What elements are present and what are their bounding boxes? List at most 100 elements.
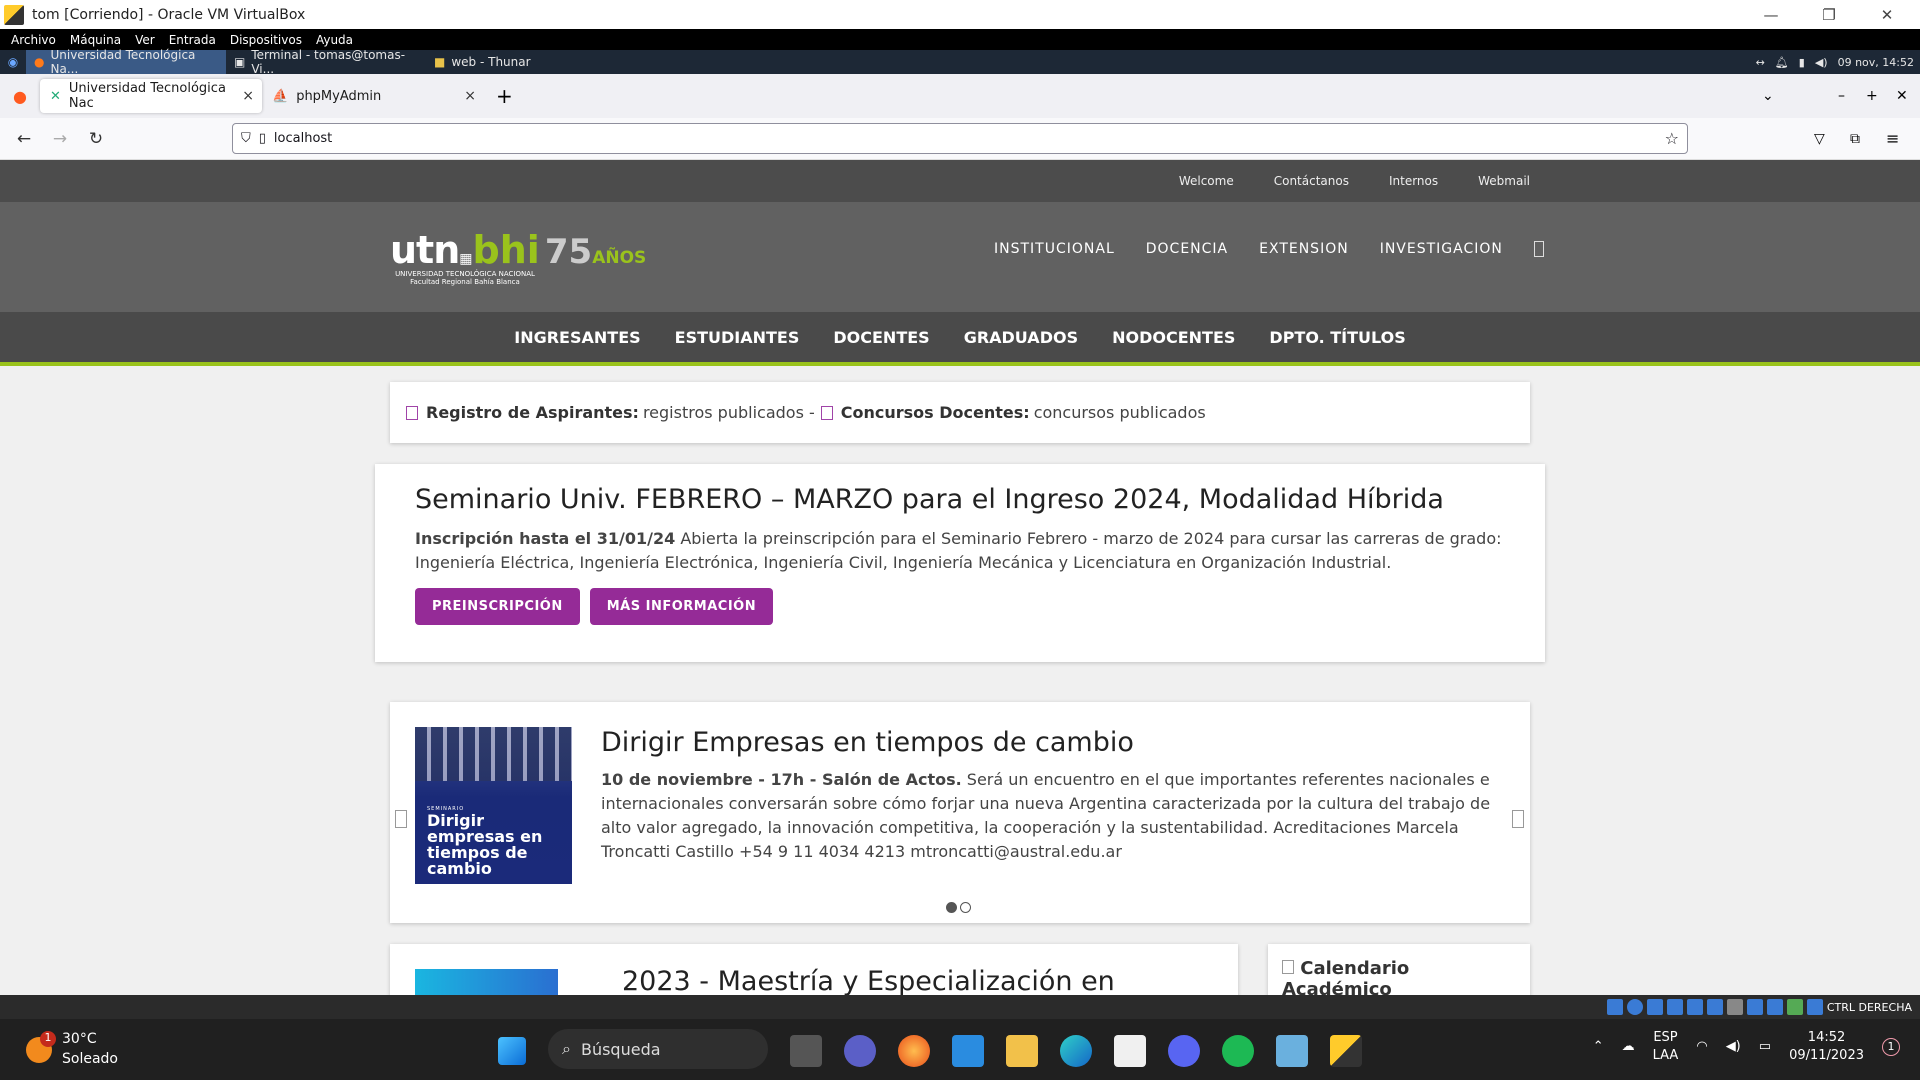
- search-box[interactable]: ⌕ Búsqueda: [548, 1029, 768, 1069]
- close-icon[interactable]: ✕: [1896, 88, 1908, 104]
- mas-informacion-button[interactable]: MÁS INFORMACIÓN: [589, 588, 774, 625]
- extensions-icon[interactable]: ⧉: [1850, 131, 1860, 147]
- minimize-icon[interactable]: —: [1748, 0, 1794, 29]
- seminario-poster-image[interactable]: SEMINARIO Dirigir empresas en tiempos de…: [415, 727, 572, 900]
- virtualbox-icon[interactable]: [1276, 1035, 1308, 1067]
- menu-entrada[interactable]: Entrada: [162, 33, 223, 47]
- new-tab-button[interactable]: +: [496, 84, 513, 108]
- menu-dispositivos[interactable]: Dispositivos: [223, 33, 309, 47]
- nav-nodocentes[interactable]: NODOCENTES: [1112, 328, 1235, 347]
- audio-icon[interactable]: [1646, 999, 1663, 1015]
- calendar-title[interactable]: Calendario Académico: [1282, 958, 1409, 995]
- chevron-up-icon[interactable]: ⌃: [1593, 1038, 1604, 1056]
- carousel-next-icon[interactable]: [1512, 810, 1524, 828]
- wifi-icon[interactable]: ◠: [1696, 1038, 1707, 1056]
- close-icon[interactable]: ✕: [1864, 0, 1910, 29]
- hdd-icon[interactable]: [1606, 999, 1623, 1015]
- guest-clock[interactable]: 09 nov, 14:52: [1838, 56, 1914, 69]
- guest-task-firefox[interactable]: ● Universidad Tecnológica Na...: [26, 48, 226, 76]
- language-indicator[interactable]: ESP LAA: [1653, 1029, 1679, 1065]
- list-tabs-icon[interactable]: ⌄: [1762, 88, 1774, 104]
- restore-icon[interactable]: ❐: [1806, 0, 1852, 29]
- usb-icon[interactable]: [1686, 999, 1703, 1015]
- clock[interactable]: 14:52 09/11/2023: [1789, 1029, 1864, 1065]
- network-icon[interactable]: [1666, 999, 1683, 1015]
- shared-folder-icon[interactable]: [1706, 999, 1723, 1015]
- concursos-link[interactable]: concursos publicados: [1034, 403, 1206, 422]
- link-welcome[interactable]: Welcome: [1179, 174, 1234, 188]
- nav-investigacion[interactable]: INVESTIGACION: [1380, 241, 1503, 257]
- battery-icon[interactable]: ▭: [1759, 1038, 1771, 1056]
- concursos-label[interactable]: Concursos Docentes:: [841, 403, 1030, 422]
- tab-phpmyadmin[interactable]: ⛵ phpMyAdmin ×: [262, 79, 484, 113]
- menu-ver[interactable]: Ver: [128, 33, 162, 47]
- menu-icon[interactable]: ≡: [1886, 129, 1899, 148]
- news-title[interactable]: 2023 - Maestría y Especialización en: [622, 966, 1115, 995]
- vt-icon[interactable]: [1766, 999, 1783, 1015]
- volume-icon[interactable]: ◀): [1815, 56, 1828, 69]
- xfce-menu-icon[interactable]: ◉: [0, 55, 26, 69]
- pocket-icon[interactable]: ▽: [1814, 131, 1825, 147]
- news-image[interactable]: [415, 969, 558, 995]
- preinscripcion-button[interactable]: PREINSCRIPCIÓN: [415, 588, 580, 625]
- vm-window-icon[interactable]: [1330, 1035, 1362, 1067]
- reload-icon[interactable]: ↻: [78, 124, 114, 154]
- start-icon[interactable]: [498, 1037, 526, 1065]
- edge-icon[interactable]: [1060, 1035, 1092, 1067]
- link-internos[interactable]: Internos: [1389, 174, 1438, 188]
- discord-icon[interactable]: [1168, 1035, 1200, 1067]
- file-explorer-icon[interactable]: [1006, 1035, 1038, 1067]
- minimize-icon[interactable]: –: [1838, 88, 1845, 104]
- nav-institucional[interactable]: INSTITUCIONAL: [994, 241, 1115, 257]
- firefox-view-icon[interactable]: ●: [0, 87, 40, 106]
- utn-logo[interactable]: utn▦bhi 75AÑOS UNIVERSIDAD TECNOLÓGICA N…: [390, 228, 646, 286]
- nav-ingresantes[interactable]: INGRESANTES: [514, 328, 640, 347]
- volume-icon[interactable]: ◀): [1726, 1038, 1741, 1056]
- spotify-icon[interactable]: [1222, 1035, 1254, 1067]
- page-icon[interactable]: ▯: [259, 131, 266, 146]
- battery-icon[interactable]: ▮: [1799, 56, 1805, 69]
- recording-icon[interactable]: [1746, 999, 1763, 1015]
- guest-task-terminal[interactable]: ▣ Terminal - tomas@tomas-Vi...: [226, 48, 426, 76]
- maximize-icon[interactable]: +: [1866, 88, 1878, 104]
- teams-icon[interactable]: [844, 1035, 876, 1067]
- carousel-dot[interactable]: [960, 902, 971, 913]
- carousel-prev-icon[interactable]: [395, 810, 407, 828]
- close-tab-icon[interactable]: ×: [242, 88, 254, 104]
- close-tab-icon[interactable]: ×: [464, 88, 476, 104]
- carousel-title[interactable]: Dirigir Empresas en tiempos de cambio: [601, 727, 1506, 758]
- nav-docentes[interactable]: DOCENTES: [833, 328, 929, 347]
- mouse-icon[interactable]: [1786, 999, 1803, 1015]
- nav-docencia[interactable]: DOCENCIA: [1146, 241, 1228, 257]
- url-bar[interactable]: ⛉ ▯ localhost ☆: [232, 123, 1688, 154]
- link-contactanos[interactable]: Contáctanos: [1274, 174, 1349, 188]
- optical-icon[interactable]: [1626, 999, 1643, 1015]
- menu-maquina[interactable]: Máquina: [63, 33, 128, 47]
- nav-graduados[interactable]: GRADUADOS: [964, 328, 1078, 347]
- notification-badge[interactable]: 1: [1882, 1038, 1900, 1056]
- carousel-dot[interactable]: [946, 902, 957, 913]
- nav-extension[interactable]: EXTENSION: [1259, 241, 1349, 257]
- search-icon[interactable]: [1533, 241, 1544, 257]
- bell-icon[interactable]: 🔔︎: [1775, 56, 1789, 69]
- back-icon[interactable]: ←: [6, 124, 42, 154]
- registro-link[interactable]: registros publicados -: [643, 403, 815, 422]
- ms-store-icon[interactable]: [1114, 1035, 1146, 1067]
- link-webmail[interactable]: Webmail: [1478, 174, 1530, 188]
- vscode-icon[interactable]: [952, 1035, 984, 1067]
- menu-archivo[interactable]: Archivo: [4, 33, 63, 47]
- keyboard-icon[interactable]: [1806, 999, 1823, 1015]
- nav-dpto-titulos[interactable]: DPTO. TÍTULOS: [1269, 328, 1405, 347]
- weather-widget[interactable]: 1 30°C Soleado: [26, 1029, 118, 1069]
- guest-task-thunar[interactable]: ■ web - Thunar: [426, 50, 626, 74]
- network-icon[interactable]: ↔: [1756, 56, 1765, 69]
- task-view-icon[interactable]: [790, 1035, 822, 1067]
- onedrive-icon[interactable]: ☁: [1622, 1038, 1635, 1056]
- tab-utn[interactable]: ✕ Universidad Tecnológica Nac ×: [40, 79, 262, 113]
- display-icon[interactable]: [1726, 999, 1743, 1015]
- bookmark-star-icon[interactable]: ☆: [1665, 129, 1679, 148]
- nav-estudiantes[interactable]: ESTUDIANTES: [675, 328, 800, 347]
- shield-icon[interactable]: ⛉: [241, 131, 251, 146]
- menu-ayuda[interactable]: Ayuda: [309, 33, 360, 47]
- registro-label[interactable]: Registro de Aspirantes:: [426, 403, 639, 422]
